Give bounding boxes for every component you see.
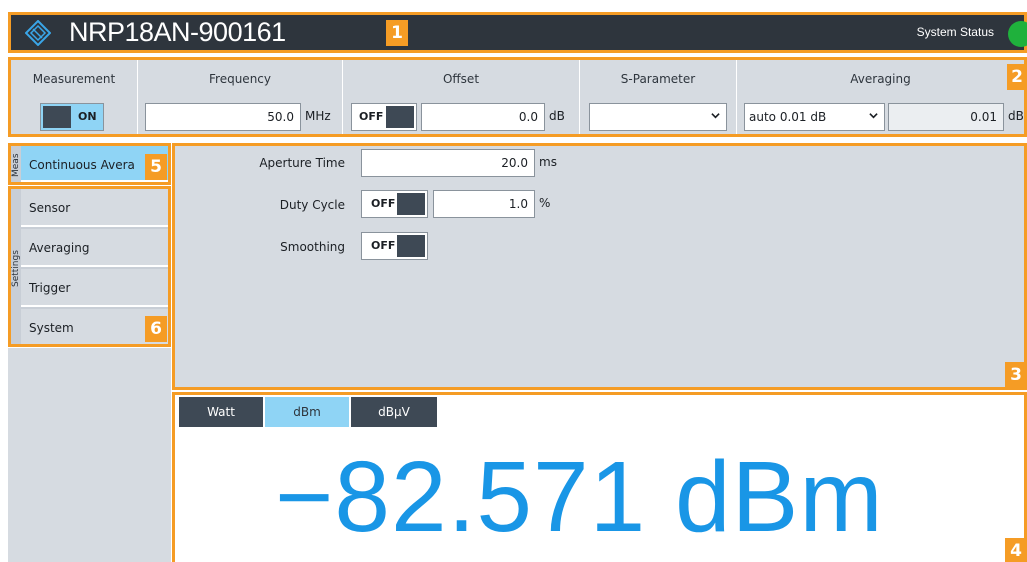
smoothing-label: Smoothing — [280, 240, 345, 254]
callout-marker-2: 2 — [1007, 64, 1027, 90]
nav-item-sensor[interactable]: Sensor — [21, 189, 168, 227]
offset-toggle[interactable]: OFF — [351, 103, 417, 131]
offset-state: OFF — [359, 110, 384, 123]
toggle-knob — [43, 106, 71, 128]
system-status-led[interactable] — [1008, 21, 1027, 47]
offset-value: 0.0 — [518, 110, 538, 124]
duty-cycle-input[interactable]: 1.0 — [433, 190, 535, 218]
sparameter-label: S-Parameter — [620, 72, 696, 86]
measurement-toggle[interactable]: ON — [40, 103, 104, 131]
toggle-knob — [386, 106, 414, 128]
title-bar: NRP18AN-900161 1 System Status — [8, 12, 1027, 53]
frequency-value: 50.0 — [267, 110, 294, 124]
settings-group-label: Settings — [11, 250, 21, 288]
settings-nav-group: Settings Sensor Averaging Trigger System… — [8, 186, 171, 347]
aperture-time-unit: ms — [539, 155, 557, 169]
nav-item-averaging[interactable]: Averaging — [21, 229, 168, 267]
callout-marker-3: 3 — [1005, 362, 1027, 388]
averaging-mode: auto 0.01 dB — [749, 110, 827, 124]
nav-item-label: Sensor — [29, 201, 71, 215]
tab-dbuv[interactable]: dBµV — [351, 397, 437, 427]
nav-item-label: Continuous Avera — [29, 158, 135, 172]
device-name: NRP18AN-900161 — [69, 17, 286, 47]
averaging-unit: dB — [1008, 109, 1024, 123]
callout-marker-1: 1 — [386, 20, 408, 46]
tab-watt[interactable]: Watt — [179, 397, 263, 427]
offset-input[interactable]: 0.0 — [421, 103, 545, 131]
duty-cycle-state: OFF — [371, 197, 396, 210]
callout-marker-6: 6 — [145, 316, 167, 342]
averaging-value-field: 0.01 — [888, 103, 1004, 131]
result-panel: Watt dBm dBµV −82.571 dBm 4 — [172, 392, 1027, 562]
chevron-down-icon — [711, 113, 720, 119]
callout-marker-4: 4 — [1005, 538, 1027, 562]
duty-cycle-label: Duty Cycle — [279, 198, 345, 212]
measurement-state: ON — [78, 110, 97, 123]
nav-item-label: System — [29, 321, 74, 335]
rs-diamond-logo-icon — [25, 20, 51, 46]
sparameter-column: S-Parameter — [580, 60, 737, 134]
nav-item-label: Averaging — [29, 241, 90, 255]
averaging-mode-select[interactable]: auto 0.01 dB — [744, 103, 885, 131]
averaging-label: Averaging — [850, 72, 911, 86]
duty-cycle-value: 1.0 — [508, 197, 528, 211]
aperture-time-input[interactable]: 20.0 — [361, 149, 535, 177]
tab-dbm[interactable]: dBm — [265, 397, 349, 427]
duty-cycle-unit: % — [539, 196, 551, 210]
settings-panel: Aperture Time 20.0 ms Duty Cycle OFF 1.0… — [172, 143, 1027, 390]
measurement-label: Measurement — [32, 72, 116, 86]
nav-empty-area — [8, 348, 171, 562]
nav-item-trigger[interactable]: Trigger — [21, 269, 168, 307]
duty-cycle-toggle[interactable]: OFF — [361, 190, 428, 218]
meas-nav-group: Meas Continuous Avera 5 — [8, 143, 171, 185]
toggle-knob — [397, 235, 425, 257]
measurement-reading: −82.571 dBm — [275, 441, 884, 553]
smoothing-toggle[interactable]: OFF — [361, 232, 428, 260]
smoothing-state: OFF — [371, 239, 396, 252]
measurement-column: Measurement ON — [11, 60, 138, 134]
offset-column: Offset OFF 0.0 dB — [343, 60, 580, 134]
averaging-value: 0.01 — [970, 110, 997, 124]
meas-group-label: Meas — [11, 153, 21, 177]
chevron-down-icon — [869, 113, 878, 119]
frequency-column: Frequency 50.0 MHz — [138, 60, 343, 134]
sparameter-select[interactable] — [589, 103, 727, 131]
frequency-input[interactable]: 50.0 — [145, 103, 301, 131]
aperture-time-value: 20.0 — [501, 156, 528, 170]
averaging-column: Averaging auto 0.01 dB 0.01 dB — [737, 60, 1024, 134]
frequency-label: Frequency — [209, 72, 271, 86]
parameter-header: Measurement ON Frequency 50.0 MHz Offset… — [8, 57, 1027, 137]
nav-item-label: Trigger — [29, 281, 71, 295]
callout-marker-5: 5 — [145, 154, 167, 180]
toggle-knob — [397, 193, 425, 215]
offset-unit: dB — [549, 109, 565, 123]
offset-label: Offset — [442, 72, 480, 86]
aperture-time-label: Aperture Time — [259, 156, 345, 170]
system-status-label: System Status — [916, 25, 994, 39]
frequency-unit: MHz — [305, 109, 331, 123]
instrument-screen: NRP18AN-900161 1 System Status Measureme… — [0, 0, 1027, 562]
